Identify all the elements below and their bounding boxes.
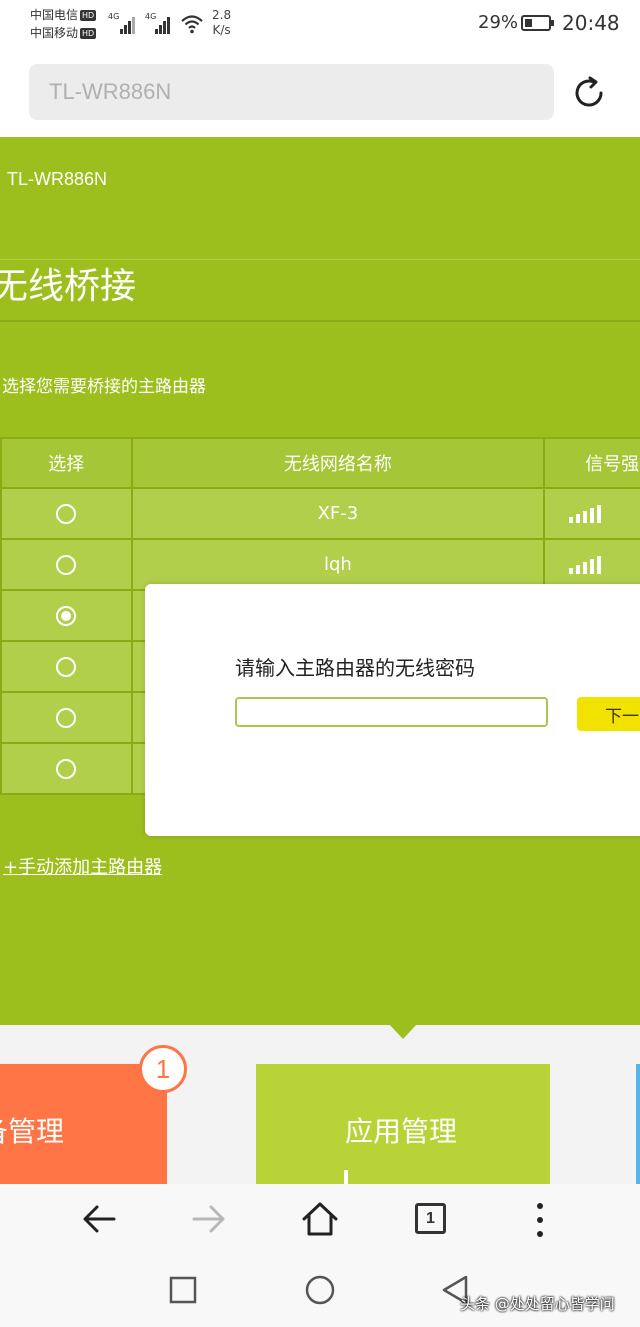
select-cell xyxy=(0,691,133,744)
hd-badge-1: HD xyxy=(80,10,97,21)
signal-cell xyxy=(543,538,640,591)
tab-switcher-button[interactable]: 1 xyxy=(415,1203,446,1234)
instruction-text: 选择您需要桥接的主路由器 xyxy=(2,377,206,397)
select-cell xyxy=(0,538,133,591)
header-ssid: 无线网络名称 xyxy=(130,437,546,489)
hd-badge-2: HD xyxy=(80,28,97,39)
back-arrow-icon[interactable] xyxy=(78,1198,120,1240)
app-manage-decor xyxy=(344,1170,348,1184)
signal-bar xyxy=(589,559,594,574)
header-select: 选择 xyxy=(0,437,133,489)
signal-bar xyxy=(589,508,594,523)
network-speed: 2.8 K/s xyxy=(212,8,231,38)
carrier-2: 中国移动 xyxy=(30,26,79,40)
device-manage-label: 备管理 xyxy=(0,1115,65,1148)
network-radio[interactable] xyxy=(56,606,77,626)
reload-icon[interactable] xyxy=(570,74,608,112)
forward-arrow-icon[interactable] xyxy=(188,1198,230,1240)
clock: 20:48 xyxy=(562,11,620,35)
home-circle-icon[interactable] xyxy=(304,1274,336,1306)
ssid-cell: lqh xyxy=(130,538,546,591)
network-radio[interactable] xyxy=(56,657,77,677)
signal-bar xyxy=(575,514,580,523)
network-radio[interactable] xyxy=(56,708,77,728)
battery-icon xyxy=(521,15,554,31)
dialog-title: 请输入主路由器的无线密码 xyxy=(235,656,475,680)
app-manage-label: 应用管理 xyxy=(345,1115,458,1148)
router-page: TL-WR886N 无线桥接 选择您需要桥接的主路由器 选择 无线网络名称 信号… xyxy=(0,137,640,1025)
signal-bar xyxy=(596,556,601,574)
watermark: 头条 @处处留心皆学问 xyxy=(460,1295,615,1313)
notification-badge: 1 xyxy=(139,1045,187,1093)
signal-cell xyxy=(543,487,640,540)
battery-percent: 29% xyxy=(478,12,519,33)
divider xyxy=(0,320,640,322)
header-signal: 信号强 xyxy=(543,437,640,489)
next-button[interactable]: 下一 xyxy=(577,697,640,731)
table-header-row: 选择 无线网络名称 信号强 xyxy=(0,437,640,489)
signal-bar xyxy=(582,562,587,574)
speed-value: 2.8 xyxy=(212,8,232,22)
url-field[interactable] xyxy=(29,64,554,120)
network-type-2: 4G xyxy=(145,12,157,21)
select-cell xyxy=(0,589,133,642)
address-bar xyxy=(0,50,640,137)
carrier-info: 中国电信 HD 中国移动 HD xyxy=(30,6,97,42)
signal-bar xyxy=(575,565,580,574)
password-dialog: 请输入主路由器的无线密码 下一 xyxy=(145,584,640,836)
speed-unit: K/s xyxy=(212,23,231,37)
signal-bar xyxy=(568,568,573,574)
add-router-manually-link[interactable]: +手动添加主路由器 xyxy=(3,853,162,879)
signal-bar xyxy=(596,505,601,523)
status-bar: 中国电信 HD 中国移动 HD 4G 4G 2.8 K/s 29% 20:48 xyxy=(0,0,640,50)
home-icon[interactable] xyxy=(299,1198,341,1240)
signal-bar xyxy=(582,511,587,523)
table-row[interactable]: lqh xyxy=(0,538,640,591)
password-input[interactable] xyxy=(235,697,548,727)
ssid-cell: XF-3 xyxy=(130,487,546,540)
cell-signal-1-icon: 4G xyxy=(108,12,136,34)
select-cell xyxy=(0,487,133,540)
page-pointer xyxy=(388,1023,418,1039)
next-card-edge[interactable] xyxy=(636,1064,640,1184)
page-title: 无线桥接 xyxy=(0,266,137,307)
select-cell xyxy=(0,742,133,795)
network-radio[interactable] xyxy=(56,504,77,524)
network-radio[interactable] xyxy=(56,759,77,779)
network-radio[interactable] xyxy=(56,555,77,575)
system-nav-bar xyxy=(0,1254,640,1327)
app-manage-card[interactable]: 应用管理 xyxy=(256,1064,550,1184)
carrier-1: 中国电信 xyxy=(30,8,79,22)
table-row[interactable]: XF-3 xyxy=(0,487,640,540)
signal-strength-icon xyxy=(568,505,601,523)
more-menu-icon[interactable] xyxy=(530,1200,550,1240)
recents-square-icon[interactable] xyxy=(169,1276,197,1304)
network-type-1: 4G xyxy=(108,12,120,21)
router-model: TL-WR886N xyxy=(7,169,108,189)
cell-signal-2-icon: 4G xyxy=(145,12,173,34)
select-cell xyxy=(0,640,133,693)
signal-strength-icon xyxy=(568,556,601,574)
signal-bar xyxy=(568,517,573,523)
wifi-icon xyxy=(181,15,203,34)
